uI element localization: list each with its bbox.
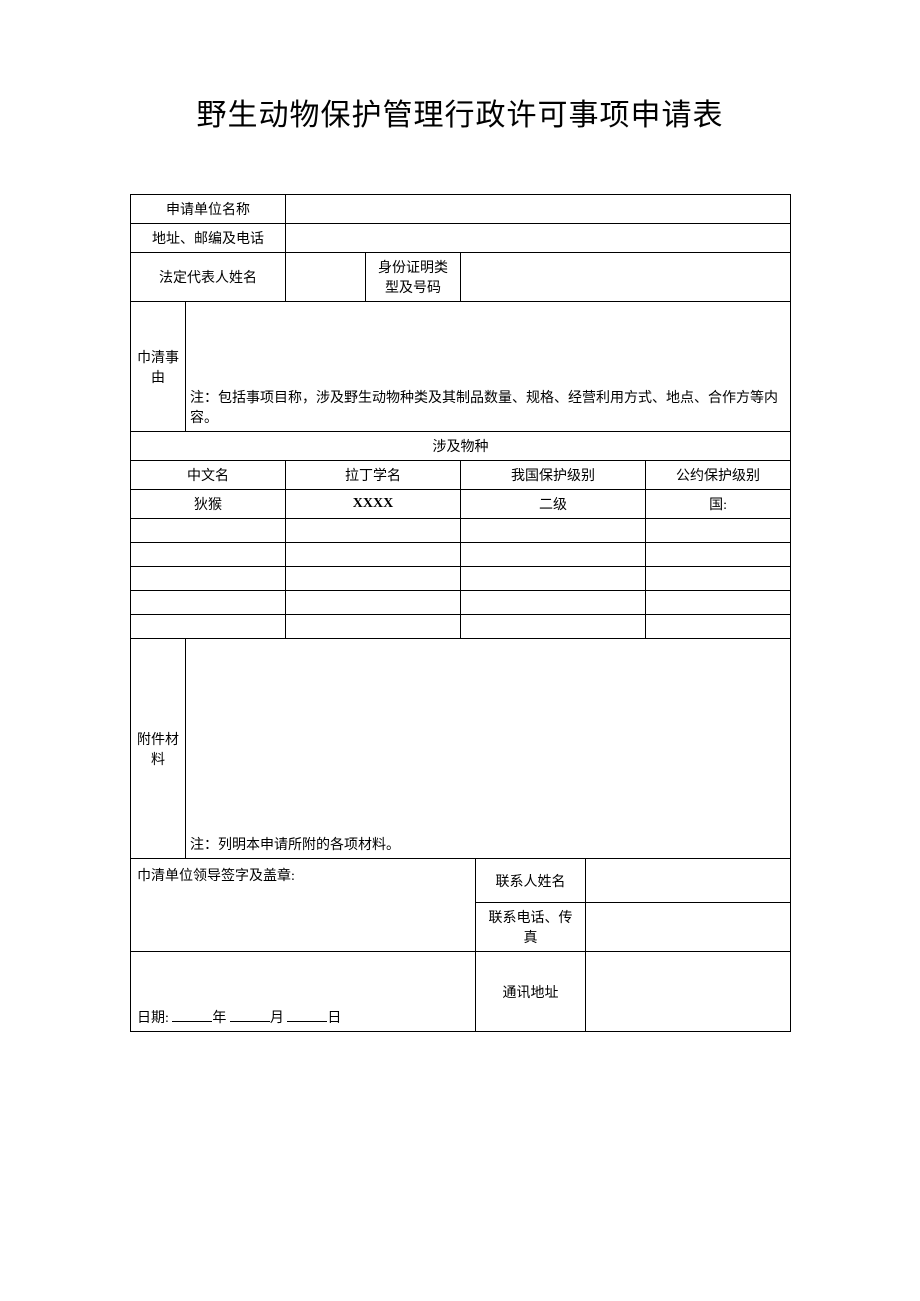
species-latin[interactable] [286, 519, 461, 543]
row-reason: 巾清事由 注：包括事项目称，涉及野生动物种类及其制品数量、规格、经营利用方式、地… [131, 302, 791, 432]
species-cn[interactable]: 狄猴 [131, 490, 286, 519]
value-contact-name[interactable] [586, 859, 791, 903]
species-cn[interactable] [131, 567, 286, 591]
label-attachments: 附件材料 [131, 639, 186, 859]
label-legal-rep: 法定代表人姓名 [131, 253, 286, 302]
value-id-type[interactable] [461, 253, 791, 302]
species-cn[interactable] [131, 591, 286, 615]
attachments-content[interactable]: 注：列明本申请所附的各项材料。 [186, 639, 791, 859]
species-row [131, 543, 791, 567]
species-cn[interactable] [131, 615, 286, 639]
species-conv-level[interactable] [646, 615, 791, 639]
species-cn-level[interactable] [461, 591, 646, 615]
species-cn-level[interactable] [461, 519, 646, 543]
row-address: 地址、邮编及电话 [131, 224, 791, 253]
species-cn-level[interactable] [461, 543, 646, 567]
row-legal-rep: 法定代表人姓名 身份证明类型及号码 [131, 253, 791, 302]
day-blank[interactable] [287, 1008, 327, 1022]
species-row [131, 615, 791, 639]
sign-text: 巾清单位领导签字及盖章: [137, 869, 295, 884]
species-cn-level[interactable]: 二级 [461, 490, 646, 519]
species-conv-level[interactable]: 国: [646, 490, 791, 519]
label-contact-phone: 联系电话、传真 [476, 903, 586, 952]
value-contact-phone[interactable] [586, 903, 791, 952]
sign-block[interactable]: 巾清单位领导签字及盖章: [131, 859, 476, 952]
species-row [131, 591, 791, 615]
reason-content[interactable]: 注：包括事项目称，涉及野生动物种类及其制品数量、规格、经营利用方式、地点、合作方… [186, 302, 791, 432]
label-id-type: 身份证明类型及号码 [366, 253, 461, 302]
application-form-table: 申请单位名称 地址、邮编及电话 法定代表人姓名 身份证明类型及号码 巾清事由 注… [130, 194, 791, 1032]
species-cn[interactable] [131, 519, 286, 543]
document-title: 野生动物保护管理行政许可事项申请表 [130, 90, 790, 134]
species-conv-level[interactable] [646, 519, 791, 543]
value-contact-address[interactable] [586, 952, 791, 1032]
day-label: 日 [327, 1011, 341, 1026]
date-prefix: 日期: [137, 1011, 169, 1026]
species-cn-level[interactable] [461, 567, 646, 591]
value-address[interactable] [286, 224, 791, 253]
date-block[interactable]: 日期: 年 月 日 [131, 952, 476, 1032]
species-conv-level[interactable] [646, 567, 791, 591]
year-blank[interactable] [172, 1008, 212, 1022]
month-label: 月 [270, 1011, 284, 1026]
species-conv-level[interactable] [646, 543, 791, 567]
species-latin[interactable]: XXXX [286, 490, 461, 519]
label-applicant-unit: 申请单位名称 [131, 195, 286, 224]
species-row [131, 519, 791, 543]
row-sign-contact-1: 巾清单位领导签字及盖章: 联系人姓名 [131, 859, 791, 903]
attachments-note: 注：列明本申请所附的各项材料。 [190, 838, 400, 853]
value-legal-rep[interactable] [286, 253, 366, 302]
species-cn[interactable] [131, 543, 286, 567]
value-applicant-unit[interactable] [286, 195, 791, 224]
label-species-involved: 涉及物种 [131, 432, 791, 461]
species-latin[interactable] [286, 615, 461, 639]
label-contact-address: 通讯地址 [476, 952, 586, 1032]
col-cn-protection: 我国保护级别 [461, 461, 646, 490]
species-row [131, 567, 791, 591]
row-sign-contact-3: 日期: 年 月 日 通讯地址 [131, 952, 791, 1032]
row-attachments: 附件材料 注：列明本申请所附的各项材料。 [131, 639, 791, 859]
species-cn-level[interactable] [461, 615, 646, 639]
label-address: 地址、邮编及电话 [131, 224, 286, 253]
col-chinese-name: 中文名 [131, 461, 286, 490]
reason-note: 注：包括事项目称，涉及野生动物种类及其制品数量、规格、经营利用方式、地点、合作方… [190, 391, 778, 426]
label-contact-name: 联系人姓名 [476, 859, 586, 903]
species-conv-level[interactable] [646, 591, 791, 615]
year-label: 年 [212, 1011, 226, 1026]
species-latin[interactable] [286, 543, 461, 567]
label-reason: 巾清事由 [131, 302, 186, 432]
species-row: 狄猴 XXXX 二级 国: [131, 490, 791, 519]
row-species-header: 涉及物种 [131, 432, 791, 461]
col-convention-protection: 公约保护级别 [646, 461, 791, 490]
species-latin[interactable] [286, 591, 461, 615]
col-latin-name: 拉丁学名 [286, 461, 461, 490]
row-applicant-unit: 申请单位名称 [131, 195, 791, 224]
month-blank[interactable] [230, 1008, 270, 1022]
row-species-columns: 中文名 拉丁学名 我国保护级别 公约保护级别 [131, 461, 791, 490]
species-latin[interactable] [286, 567, 461, 591]
page: 野生动物保护管理行政许可事项申请表 申请单位名称 地址、邮编及电话 法定代表人姓… [0, 0, 920, 1032]
